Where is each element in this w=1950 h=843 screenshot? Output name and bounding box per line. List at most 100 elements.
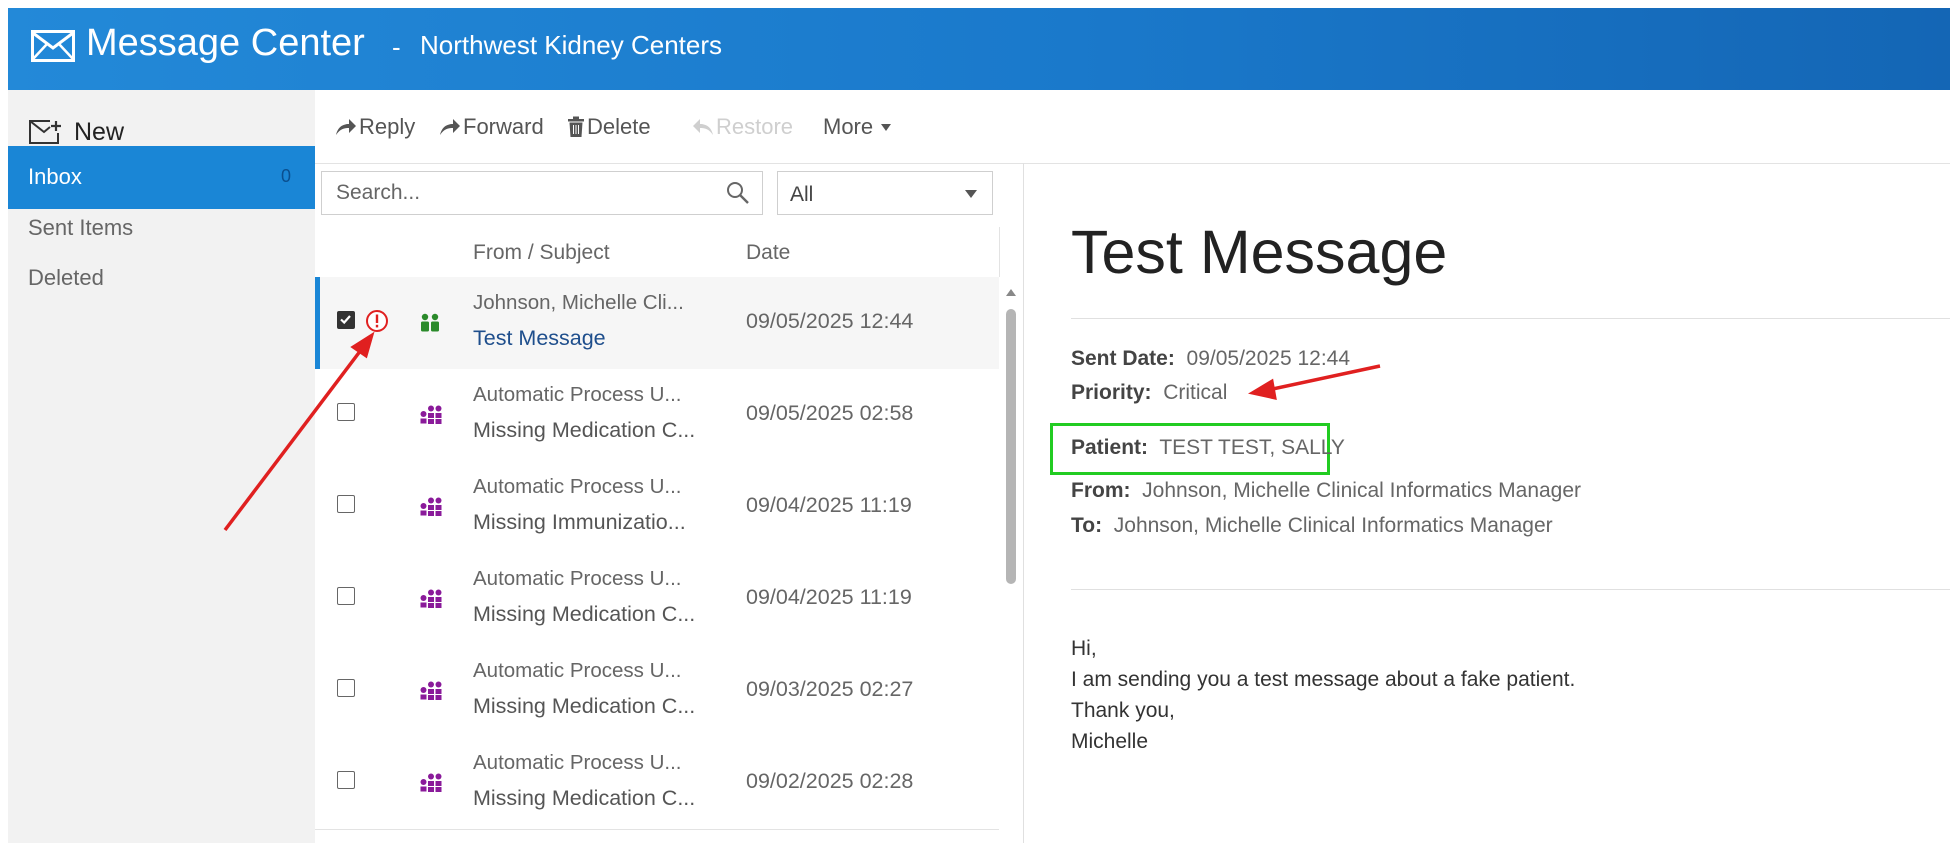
field-label: To:	[1071, 514, 1103, 537]
delete-label: Delete	[587, 114, 651, 139]
scrollbar-thumb[interactable]	[1006, 309, 1016, 584]
sent-date-field: Sent Date: 09/05/2025 12:44	[1071, 347, 1350, 371]
forward-arrow-icon	[440, 119, 460, 135]
row-checkbox[interactable]	[337, 587, 355, 605]
forward-button[interactable]: Forward	[439, 114, 544, 140]
patient-field: Patient: TEST TEST, SALLY	[1071, 436, 1345, 460]
more-label: More	[823, 114, 874, 139]
row-subject: Missing Medication C...	[473, 694, 696, 718]
reading-pane: Test Message Sent Date: 09/05/2025 12:44…	[1024, 163, 1950, 843]
row-date: 09/04/2025 11:19	[746, 493, 912, 517]
two-people-icon	[421, 313, 439, 332]
group-icon	[420, 405, 442, 424]
priority-field: Priority: Critical	[1071, 381, 1227, 405]
column-divider	[999, 227, 1000, 277]
title-separator: -	[392, 32, 401, 62]
envelope-icon	[31, 30, 75, 62]
row-from: Automatic Process U...	[473, 475, 682, 498]
new-message-label: New	[74, 117, 125, 146]
message-body: Hi, I am sending you a test message abou…	[1071, 633, 1575, 757]
sent-date-value: 09/05/2025 12:44	[1186, 347, 1351, 370]
message-center-app: Message Center - Northwest Kidney Center…	[8, 8, 1950, 843]
sidebar-item-label: Sent Items	[28, 215, 134, 240]
message-row[interactable]: Johnson, Michelle Cli... Test Message 09…	[315, 277, 999, 370]
search-input[interactable]	[334, 172, 718, 214]
row-checkbox[interactable]	[337, 679, 355, 697]
priority-value: Critical	[1163, 381, 1228, 404]
search-icon[interactable]	[726, 181, 750, 205]
forward-label: Forward	[463, 114, 544, 139]
message-subject: Test Message	[1071, 218, 1448, 286]
trash-icon	[568, 116, 584, 137]
delete-button[interactable]: Delete	[567, 114, 651, 140]
row-checkbox[interactable]	[337, 403, 355, 421]
list-scrollbar[interactable]	[999, 277, 1023, 843]
from-field: From: Johnson, Michelle Clinical Informa…	[1071, 479, 1581, 503]
more-menu-button[interactable]: More	[823, 114, 896, 140]
message-row[interactable]: Automatic Process U... Missing Medicatio…	[315, 737, 999, 830]
row-subject: Missing Medication C...	[473, 418, 696, 442]
app-header: Message Center - Northwest Kidney Center…	[8, 8, 1950, 90]
unread-count-badge: 0	[280, 166, 291, 186]
message-row[interactable]: Automatic Process U... Missing Medicatio…	[315, 369, 999, 462]
sidebar-item-label: Inbox	[28, 164, 82, 189]
folder-filter-select[interactable]: All	[777, 171, 993, 215]
row-subject: Missing Medication C...	[473, 786, 696, 810]
message-row[interactable]: Automatic Process U... Missing Immunizat…	[315, 461, 999, 554]
group-icon	[420, 497, 442, 516]
to-value: Johnson, Michelle Clinical Informatics M…	[1113, 514, 1553, 537]
row-from: Automatic Process U...	[473, 659, 682, 682]
message-row[interactable]: Automatic Process U... Missing Medicatio…	[315, 645, 999, 738]
filter-selected-value: All	[790, 183, 814, 206]
caret-down-icon	[881, 124, 892, 131]
row-checkbox[interactable]	[337, 311, 355, 329]
organization-name: Northwest Kidney Centers	[420, 30, 723, 60]
sidebar-item-deleted[interactable]: Deleted	[8, 247, 315, 310]
restore-label: Restore	[716, 114, 794, 139]
scroll-up-icon[interactable]	[1005, 287, 1017, 297]
divider	[1071, 318, 1950, 319]
patient-value[interactable]: TEST TEST, SALLY	[1159, 436, 1345, 459]
row-from: Automatic Process U...	[473, 383, 682, 406]
dropdown-arrow-icon	[965, 190, 977, 198]
restore-arrow-icon	[693, 119, 713, 135]
message-row[interactable]: Automatic Process U... Missing Medicatio…	[315, 553, 999, 646]
message-list-pane: All From / Subject Date	[315, 163, 1024, 843]
app-title: Message Center	[86, 22, 365, 64]
body-line: Thank you,	[1071, 699, 1175, 722]
field-label: Patient:	[1071, 436, 1149, 459]
body-line: Hi,	[1071, 637, 1097, 660]
row-subject: Missing Medication C...	[473, 602, 696, 626]
field-label: From:	[1071, 479, 1131, 502]
row-subject: Test Message	[473, 326, 606, 350]
compose-mail-icon	[29, 120, 61, 144]
sidebar: New Inbox 0 Sent Items Deleted	[8, 90, 315, 843]
field-label: Priority:	[1071, 381, 1152, 404]
search-box	[321, 171, 763, 215]
group-icon	[420, 681, 442, 700]
from-value: Johnson, Michelle Clinical Informatics M…	[1142, 479, 1582, 502]
row-checkbox[interactable]	[337, 495, 355, 513]
reply-arrow-icon	[336, 119, 356, 135]
field-label: Sent Date:	[1071, 347, 1175, 370]
reply-button[interactable]: Reply	[335, 114, 415, 140]
row-from: Johnson, Michelle Cli...	[473, 291, 684, 314]
selection-indicator	[315, 277, 320, 369]
row-date: 09/05/2025 02:58	[746, 401, 914, 425]
checkmark-icon	[340, 315, 351, 325]
body-line: I am sending you a test message about a …	[1071, 668, 1576, 691]
column-header-date[interactable]: Date	[746, 241, 790, 265]
row-from: Automatic Process U...	[473, 567, 682, 590]
row-subject: Missing Immunizatio...	[473, 510, 686, 534]
group-icon	[420, 773, 442, 792]
row-from: Automatic Process U...	[473, 751, 682, 774]
column-header-from-subject[interactable]: From / Subject	[473, 241, 610, 265]
row-date: 09/04/2025 11:19	[746, 585, 912, 609]
list-column-header: From / Subject Date	[315, 227, 1000, 278]
row-checkbox[interactable]	[337, 771, 355, 789]
group-icon	[420, 589, 442, 608]
restore-button[interactable]: Restore	[692, 114, 793, 140]
body-line: Michelle	[1071, 730, 1149, 753]
divider	[1071, 589, 1950, 590]
critical-priority-icon	[366, 310, 388, 332]
